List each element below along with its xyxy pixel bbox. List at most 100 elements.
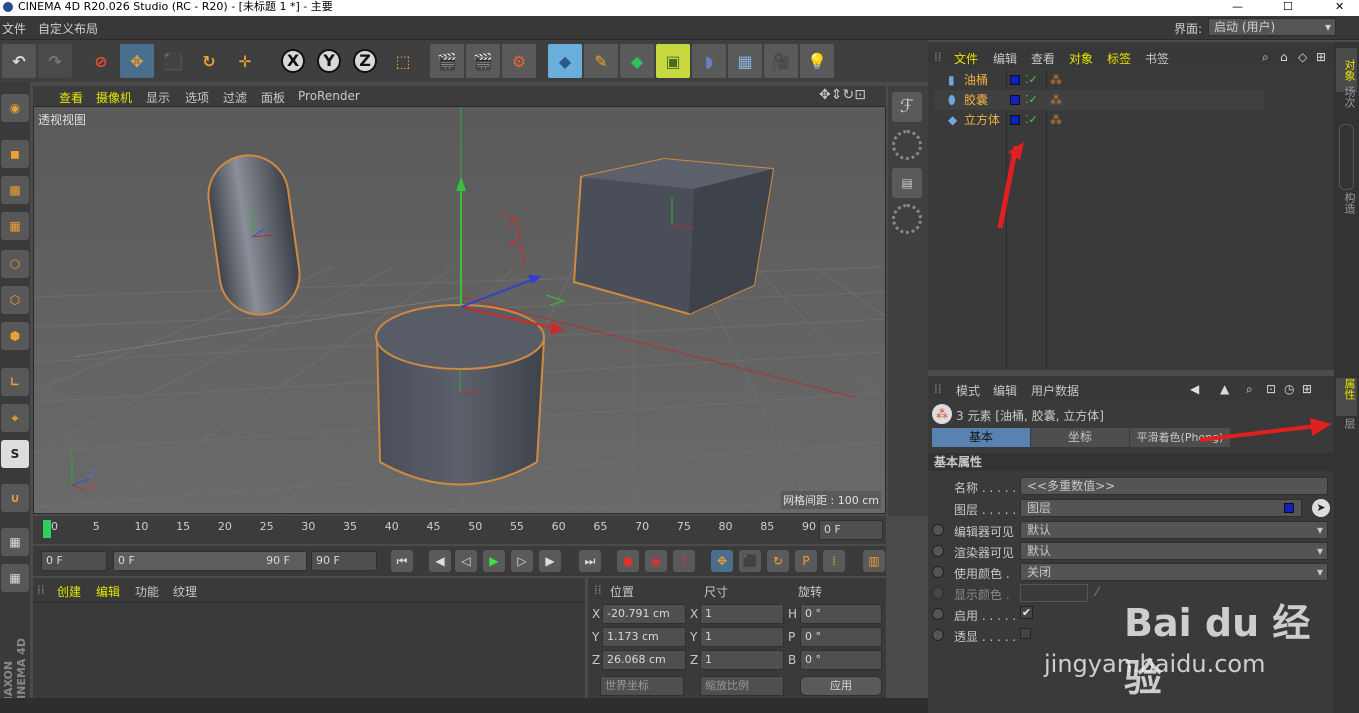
search-icon[interactable]: ⌕ (1262, 50, 1269, 65)
coord-size-field[interactable]: 1 (700, 604, 784, 624)
record-button[interactable]: ● (617, 550, 639, 572)
workplane-lock-button[interactable]: ▦ (1, 528, 29, 556)
menu-custom-layout[interactable]: 自定义布局 (38, 20, 98, 37)
mat-menu-create[interactable]: 创建 (57, 583, 81, 600)
redo-button[interactable]: ↷ (38, 44, 72, 78)
om-menu-view[interactable]: 查看 (1031, 50, 1055, 67)
coord-rotation-field[interactable]: 0 ° (800, 650, 882, 670)
end-frame-field[interactable]: 90 F (311, 551, 377, 571)
polygons-mode-button[interactable]: ⬢ (1, 322, 29, 350)
timeline-window-button[interactable]: ▥ (863, 550, 885, 572)
animate-radio-icon[interactable] (932, 545, 944, 557)
cube-object[interactable] (572, 157, 775, 316)
prop-name-field[interactable]: <<多重数值>> (1020, 477, 1328, 495)
workplane-button[interactable]: ▦ (1, 212, 29, 240)
planar-workplane-button[interactable]: ▦ (1, 564, 29, 592)
coordinate-system-button[interactable]: ⬚ (386, 44, 420, 78)
object-name-oil-drum[interactable]: 油桶 (964, 70, 988, 90)
tab-construct[interactable]: 构造 (1336, 192, 1357, 232)
coord-position-field[interactable]: 1.173 cm (602, 627, 686, 647)
coord-position-field[interactable]: 26.068 cm (602, 650, 686, 670)
render-settings-button[interactable]: ⚙ (502, 44, 536, 78)
om-menu-file[interactable]: 文件 (954, 50, 978, 67)
animate-radio-icon[interactable] (932, 587, 944, 599)
tab-attributes[interactable]: 属性 (1336, 378, 1357, 416)
key-rotation-button[interactable]: ↻ (767, 550, 789, 572)
y-axis-lock[interactable]: Y (312, 44, 346, 78)
animate-radio-icon[interactable] (932, 566, 944, 578)
mat-menu-function[interactable]: 功能 (135, 583, 159, 600)
magnet-button[interactable]: ∪ (1, 484, 29, 512)
new-window-icon[interactable]: ⊞ (1302, 382, 1312, 396)
coord-position-field[interactable]: -20.791 cm (602, 604, 686, 624)
animate-radio-icon[interactable] (932, 608, 944, 620)
oil-drum-object[interactable] (375, 304, 545, 486)
next-key-button[interactable]: ▶ (539, 550, 561, 572)
subdivision-button[interactable]: ◆ (620, 44, 654, 78)
prop-xray-checkbox[interactable] (1020, 628, 1031, 639)
timeline-ruler[interactable]: 0 5 10 15 20 25 30 35 40 45 50 55 60 65 70 75 80 85 90 0 F (33, 516, 886, 544)
visibility-check-icon[interactable]: ⁚✓ (1025, 110, 1038, 130)
recent-tool[interactable]: ✛ (228, 44, 262, 78)
tweak-mode-button[interactable]: ⌖ (1, 404, 29, 432)
prop-display-color-swatch[interactable] (1020, 584, 1088, 602)
coord-rotation-field[interactable]: 0 ° (800, 604, 882, 624)
deformer-button[interactable]: ◗ (692, 44, 726, 78)
coord-size-field[interactable]: 1 (700, 627, 784, 647)
floor-button[interactable]: ▦ (728, 44, 762, 78)
axis-mode-button[interactable]: ∟ (1, 368, 29, 396)
back-arrow-icon[interactable]: ◀ (1190, 382, 1199, 396)
viewport-nav-icons[interactable]: ✥⇕↻⊡ (819, 87, 866, 103)
z-axis-lock[interactable]: Z (348, 44, 382, 78)
phong-tag-icon[interactable]: ⁂ (1050, 90, 1062, 110)
layer-color-icon[interactable] (1010, 95, 1020, 105)
coord-rotation-field[interactable]: 0 ° (800, 627, 882, 647)
key-scale-button[interactable]: ⬛ (739, 550, 761, 572)
phong-tag-icon[interactable]: ⁂ (1050, 110, 1062, 130)
layer-color-icon[interactable] (1010, 115, 1020, 125)
prop-editor-visible-select[interactable]: 默认 ▾ (1020, 521, 1328, 539)
key-position-button[interactable]: ✥ (711, 550, 733, 572)
vp-menu-view[interactable]: 查看 (59, 89, 83, 106)
animate-radio-icon[interactable] (932, 524, 944, 536)
om-menu-edit[interactable]: 编辑 (993, 50, 1017, 67)
home-icon[interactable]: ⌂ (1280, 50, 1288, 64)
move-tool[interactable]: ✥ (120, 44, 154, 78)
prop-layer-field[interactable]: 图层 (1020, 499, 1302, 517)
snap-button[interactable]: S (1, 440, 29, 468)
points-mode-button[interactable]: ⬡ (1, 250, 29, 278)
live-selection-tool[interactable]: ⊘ (84, 44, 118, 78)
visibility-check-icon[interactable]: ⁚✓ (1025, 70, 1038, 90)
x-axis-lock[interactable]: X (276, 44, 310, 78)
light-button[interactable]: 💡 (800, 44, 834, 78)
menu-file[interactable]: 文件 (2, 20, 26, 37)
om-menu-bookmarks[interactable]: 书签 (1145, 50, 1169, 67)
new-window-icon[interactable]: ⊞ (1316, 50, 1326, 64)
mat-menu-edit[interactable]: 编辑 (96, 583, 120, 600)
content-browser-scroll[interactable] (1339, 124, 1354, 190)
om-menu-tags[interactable]: 标签 (1107, 50, 1131, 67)
attr-menu-edit[interactable]: 编辑 (993, 382, 1017, 399)
edges-mode-button[interactable]: ⬡ (1, 286, 29, 314)
object-row-capsule[interactable]: ⬮ 胶囊 ⁚✓ ⁂ (934, 90, 1264, 110)
object-name-cube[interactable]: 立方体 (964, 110, 1000, 130)
world-coordinates-select[interactable]: 世界坐标 (600, 676, 684, 696)
layer-color-icon[interactable] (1010, 75, 1020, 85)
key-points-button[interactable]: ⁞ (823, 550, 845, 572)
object-row-oil-drum[interactable]: ▮ 油桶 ⁚✓ ⁂ (934, 70, 1264, 90)
object-row-cube[interactable]: ◆ 立方体 ⁚✓ ⁂ (934, 110, 1264, 130)
console-icon[interactable]: ▤ (892, 168, 922, 198)
pen-spline-button[interactable]: ✎ (584, 44, 618, 78)
attr-menu-userdata[interactable]: 用户数据 (1031, 382, 1079, 399)
camera-button[interactable]: 🎥 (764, 44, 798, 78)
pick-layer-icon[interactable]: ➤ (1312, 499, 1330, 517)
filter-icon[interactable]: ◇ (1298, 50, 1307, 64)
next-frame-button[interactable]: ▷ (511, 550, 533, 572)
current-frame-field[interactable]: 0 F (819, 520, 883, 540)
coord-size-field[interactable]: 1 (700, 650, 784, 670)
undo-button[interactable]: ↶ (2, 44, 36, 78)
maximize-icon[interactable]: ☐ (1283, 0, 1293, 14)
make-editable-button[interactable]: ◉ (1, 94, 29, 122)
up-arrow-icon[interactable]: ▲ (1220, 382, 1229, 396)
tab-takes[interactable]: 场次 (1336, 86, 1357, 128)
